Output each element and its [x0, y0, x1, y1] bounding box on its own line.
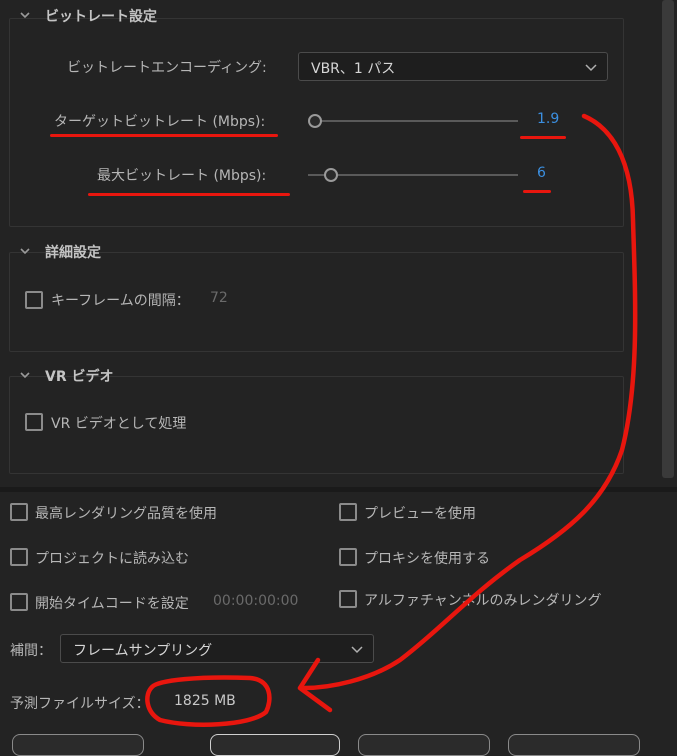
alpha-only-checkbox[interactable] [339, 590, 357, 608]
bottom-button-4[interactable] [508, 734, 640, 756]
export-settings-panel: ビットレート設定 ビットレートエンコーディング: VBR、1 パス ターゲットビ… [0, 0, 677, 487]
target-bitrate-track[interactable] [316, 120, 518, 122]
alpha-only-label: アルファチャンネルのみレンダリング [364, 593, 602, 609]
max-bitrate-value[interactable]: 6 [537, 165, 546, 181]
vr-section-title[interactable]: VR ビデオ [45, 366, 114, 386]
bitrate-encoding-dropdown[interactable]: VBR、1 パス [298, 52, 608, 81]
interpolation-value: フレームサンプリング [73, 643, 213, 659]
target-bitrate-slider-handle[interactable] [308, 114, 322, 128]
annotation-underline [50, 134, 278, 137]
import-project-label: プロジェクトに読み込む [35, 551, 189, 567]
bitrate-section-title[interactable]: ビットレート設定 [45, 6, 157, 26]
annotation-underline [520, 136, 566, 139]
use-preview-label: プレビューを使用 [364, 506, 476, 522]
bottom-button-1[interactable] [12, 734, 144, 756]
max-render-quality-checkbox[interactable] [10, 503, 28, 521]
start-timecode-label: 開始タイムコードを設定 [35, 596, 189, 612]
estimated-file-size-value: 1825 MB [174, 693, 236, 709]
target-bitrate-label: ターゲットビットレート (Mbps): [54, 114, 266, 130]
use-proxy-label: プロキシを使用する [364, 551, 490, 567]
chevron-down-icon [351, 646, 363, 654]
bitrate-encoding-label: ビットレートエンコーディング: [67, 60, 267, 76]
interpolation-label: 補間： [10, 643, 52, 659]
advanced-section-title[interactable]: 詳細設定 [45, 242, 101, 262]
keyframe-interval-checkbox[interactable] [25, 291, 43, 309]
target-bitrate-value[interactable]: 1.9 [537, 111, 559, 127]
bottom-button-3[interactable] [358, 734, 490, 756]
annotation-underline [88, 193, 290, 196]
chevron-down-icon [585, 64, 597, 72]
import-project-checkbox[interactable] [10, 548, 28, 566]
scrollbar[interactable] [662, 0, 674, 478]
bottom-button-2[interactable] [210, 734, 340, 756]
bitrate-encoding-value: VBR、1 パス [311, 61, 396, 77]
max-bitrate-label: 最大ビットレート (Mbps): [97, 168, 267, 184]
max-bitrate-track[interactable] [308, 174, 518, 176]
chevron-down-icon[interactable] [19, 9, 31, 21]
max-render-quality-label: 最高レンダリング品質を使用 [35, 506, 217, 522]
annotation-underline [523, 190, 551, 193]
start-timecode-value[interactable]: 00:00:00:00 [213, 593, 298, 609]
chevron-down-icon[interactable] [19, 369, 31, 381]
vr-video-checkbox[interactable] [25, 413, 43, 431]
use-preview-checkbox[interactable] [339, 503, 357, 521]
start-timecode-checkbox[interactable] [10, 593, 28, 611]
interpolation-dropdown[interactable]: フレームサンプリング [60, 634, 374, 663]
estimated-file-size-label: 予測ファイルサイズ： [10, 696, 150, 712]
keyframe-interval-label: キーフレームの間隔： [51, 293, 190, 309]
panel-divider [0, 487, 677, 492]
max-bitrate-slider-handle[interactable] [324, 168, 338, 182]
chevron-down-icon[interactable] [19, 245, 31, 257]
vr-video-label: VR ビデオとして処理 [51, 416, 187, 432]
keyframe-interval-value[interactable]: 72 [210, 290, 228, 306]
use-proxy-checkbox[interactable] [339, 548, 357, 566]
